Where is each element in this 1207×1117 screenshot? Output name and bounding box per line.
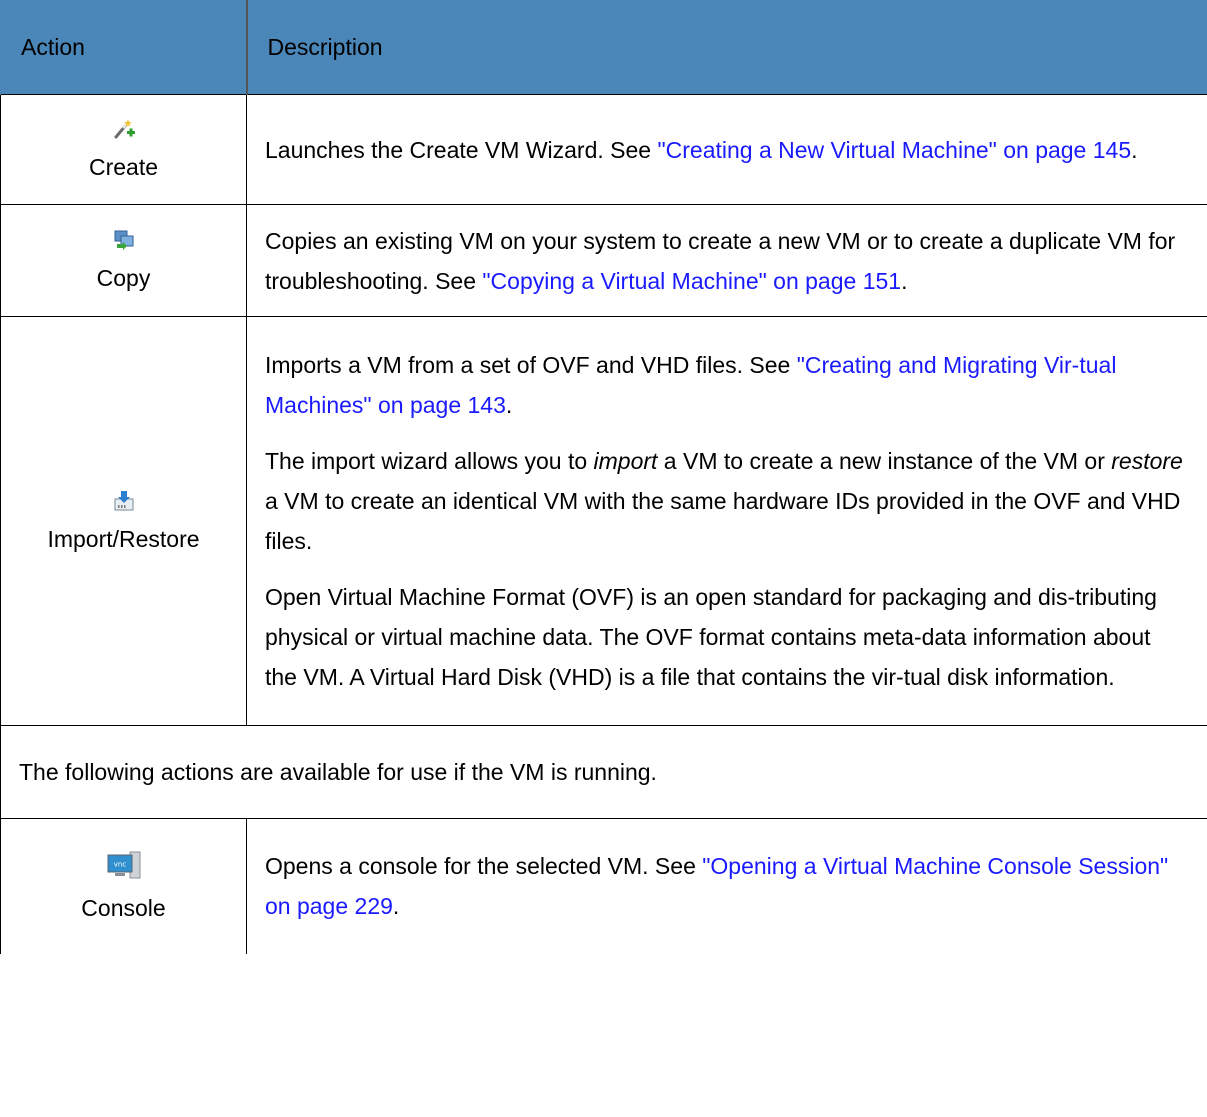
description-text: Copies an existing VM on your system to … [265, 227, 1176, 294]
import-icon[interactable] [113, 490, 135, 512]
description-text: Opens a console for the selected VM. See… [265, 853, 1169, 920]
link-copying-vm[interactable]: "Copying a Virtual Machine" on page 151 [482, 268, 901, 294]
table-header-row: Action Description [0, 0, 1207, 95]
description-cell: Opens a console for the selected VM. See… [246, 818, 1207, 954]
table-row: Copy Copies an existing VM on your syste… [0, 204, 1207, 317]
description-cell: Launches the Create VM Wizard. See "Crea… [246, 94, 1207, 205]
table-row: vnc Console Opens a console for the sele… [0, 818, 1207, 954]
header-description: Description [246, 0, 1207, 95]
header-action: Action [0, 0, 248, 95]
copy-vm-icon[interactable] [113, 229, 135, 251]
vnc-console-icon[interactable]: vnc [106, 851, 142, 881]
table-row: Import/Restore Imports a VM from a set o… [0, 316, 1207, 726]
description-cell: Imports a VM from a set of OVF and VHD f… [246, 316, 1207, 726]
link-creating-new-vm[interactable]: "Creating a New Virtual Machine" on page… [657, 137, 1131, 163]
actions-table: Action Description Create Launches the C… [0, 0, 1207, 954]
description-text: Launches the Create VM Wizard. See "Crea… [265, 136, 1138, 163]
description-text: The import wizard allows you to import a… [265, 448, 1183, 554]
action-label-copy: Copy [96, 265, 151, 291]
action-label-create: Create [88, 154, 159, 180]
description-text: Imports a VM from a set of OVF and VHD f… [265, 352, 1117, 418]
table-row: The following actions are available for … [0, 725, 1207, 819]
action-label-import-restore: Import/Restore [47, 525, 200, 552]
table-row: Create Launches the Create VM Wizard. Se… [0, 94, 1207, 205]
running-actions-note: The following actions are available for … [0, 725, 1207, 819]
svg-text:vnc: vnc [113, 860, 126, 868]
action-cell: vnc Console [0, 818, 247, 954]
action-cell: Copy [0, 204, 247, 317]
description-text: Open Virtual Machine Format (OVF) is an … [265, 584, 1157, 690]
action-cell: Import/Restore [0, 316, 247, 726]
action-label-console: Console [81, 894, 166, 921]
description-cell: Copies an existing VM on your system to … [246, 204, 1207, 317]
action-cell: Create [0, 94, 247, 205]
wand-plus-icon[interactable] [113, 118, 135, 140]
